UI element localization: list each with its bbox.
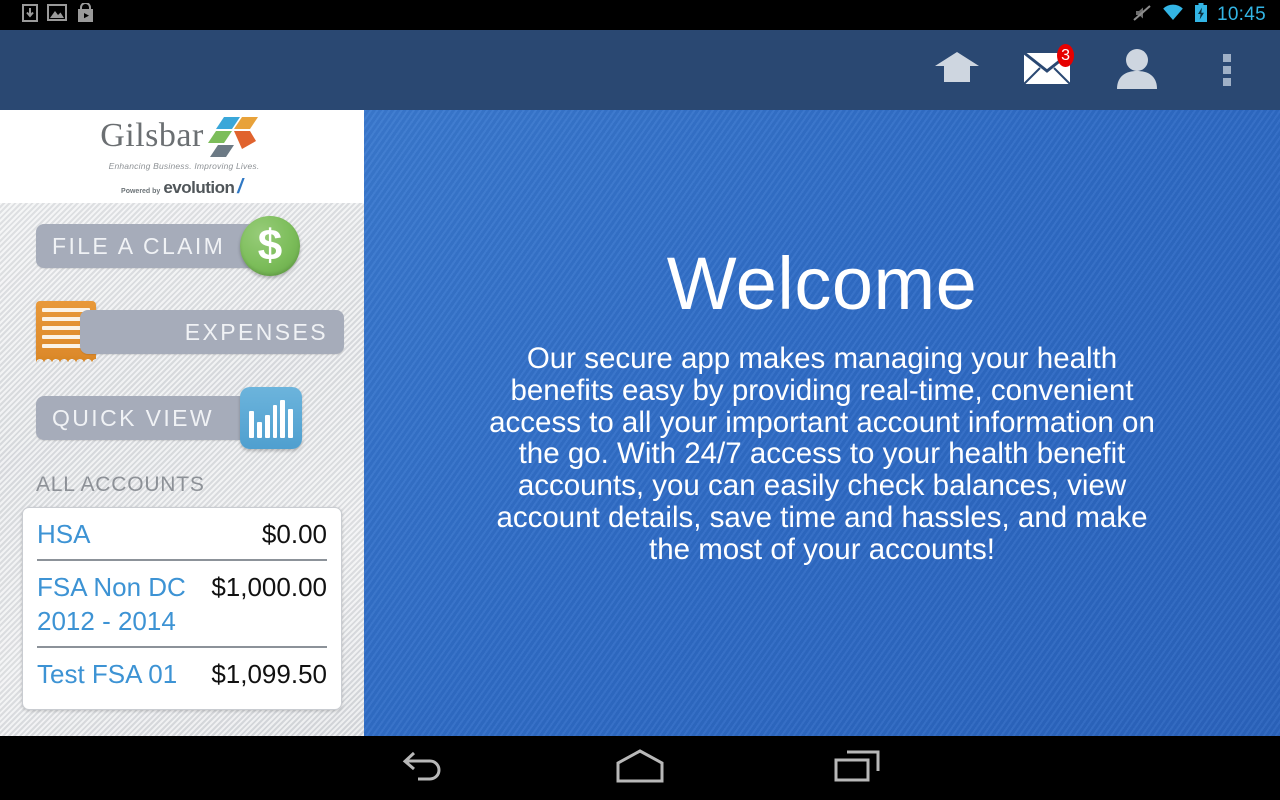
evolution-wordmark: evolution (163, 178, 235, 197)
messages-badge: 3 (1057, 44, 1074, 67)
sidebar-item-file-a-claim[interactable]: FILE A CLAIM $ (36, 215, 328, 277)
account-balance: $1,099.50 (211, 659, 327, 689)
powered-by-evolution: Powered by evolution / (121, 176, 243, 199)
dollar-glyph: $ (240, 216, 300, 276)
app-header: 3 (0, 30, 1280, 110)
bar-chart-shape (240, 387, 302, 449)
dollar-coin-icon: $ (240, 216, 300, 276)
header-profile-button[interactable] (1110, 43, 1164, 97)
android-status-bar: 10:45 (0, 0, 1280, 30)
home-icon (934, 50, 980, 91)
powered-by-label: Powered by (121, 188, 161, 195)
page-title: Welcome (666, 242, 978, 325)
battery-charging-icon (1194, 2, 1208, 28)
status-bar-clock: 10:45 (1216, 4, 1266, 25)
welcome-description: Our secure app makes managing your healt… (489, 342, 1155, 566)
account-balance: $0.00 (261, 519, 327, 549)
sidebar-body: FILE A CLAIM $ EXPENSES QUICK VIEW ALL A… (0, 203, 364, 736)
recent-apps-icon (833, 749, 881, 788)
account-row-fsa-non-dc[interactable]: FSA Non DC 2012 - 2014 $1,000.00 (37, 559, 327, 646)
status-bar-notifications (10, 1, 95, 28)
account-balance: $1,000.00 (211, 572, 327, 602)
all-accounts-label: ALL ACCOUNTS (36, 473, 205, 496)
android-navigation-bar (0, 736, 1280, 800)
file-a-claim-label: FILE A CLAIM (52, 232, 226, 259)
account-row-test-fsa-01[interactable]: Test FSA 01 $1,099.50 (37, 646, 327, 699)
evolution-slash-icon: / (237, 176, 243, 198)
header-home-button[interactable] (930, 43, 984, 97)
logo-wordmark: Gilsbar (100, 117, 204, 154)
sidebar-item-quick-view[interactable]: QUICK VIEW (36, 387, 328, 449)
home-pentagon-icon (614, 748, 666, 788)
accounts-card: HSA $0.00 FSA Non DC 2012 - 2014 $1,000.… (22, 507, 342, 710)
status-bar-system: 10:45 (1132, 2, 1270, 28)
back-button[interactable] (353, 749, 493, 788)
mute-icon (1132, 4, 1152, 27)
expenses-pill[interactable]: EXPENSES (80, 310, 344, 354)
recent-apps-button[interactable] (787, 749, 927, 788)
account-name: FSA Non DC 2012 - 2014 (37, 572, 186, 636)
header-messages-button[interactable]: 3 (1020, 43, 1074, 97)
download-icon (22, 3, 38, 27)
header-action-bar: 3 (930, 43, 1280, 97)
expenses-label: EXPENSES (184, 318, 328, 345)
bar-chart-icon (240, 387, 302, 449)
image-icon (47, 4, 67, 26)
main-content: Welcome Our secure app makes managing yo… (364, 110, 1280, 736)
home-button[interactable] (570, 748, 710, 788)
sidebar: Gilsbar Enhancing Business. Improving Li… (0, 110, 364, 736)
logo-tagline: Enhancing Business. Improving Lives. (108, 161, 260, 171)
person-icon (1114, 47, 1160, 94)
quick-view-label: QUICK VIEW (52, 404, 215, 431)
gilsbar-arrow-icon (206, 113, 264, 159)
brand-logo: Gilsbar Enhancing Business. Improving Li… (0, 110, 364, 203)
account-name: Test FSA 01 (37, 659, 178, 689)
account-name: HSA (37, 519, 91, 549)
account-row-hsa[interactable]: HSA $0.00 (37, 508, 327, 559)
header-overflow-button[interactable] (1200, 43, 1254, 97)
sidebar-item-expenses[interactable]: EXPENSES (36, 301, 344, 363)
play-store-icon (76, 1, 95, 28)
overflow-menu-icon (1223, 54, 1231, 86)
wifi-icon (1161, 4, 1185, 27)
back-arrow-icon (400, 749, 446, 788)
logo-row: Gilsbar (100, 113, 264, 159)
